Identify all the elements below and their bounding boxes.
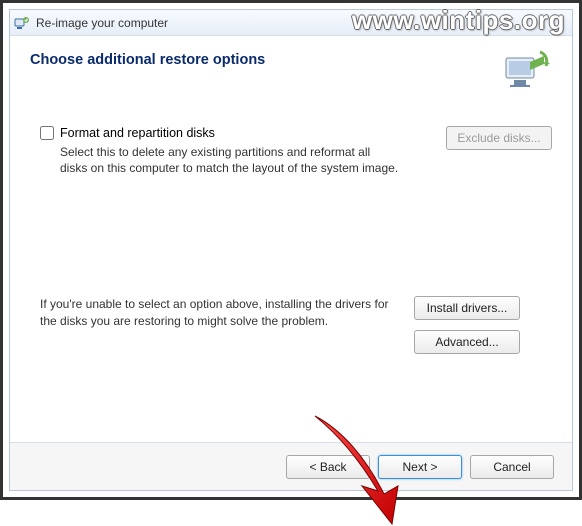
format-option-row: Format and repartition disks Select this… (40, 126, 552, 176)
install-drivers-button[interactable]: Install drivers... (414, 296, 520, 320)
back-button[interactable]: < Back (286, 455, 370, 479)
drivers-help-text: If you're unable to select an option abo… (40, 296, 400, 328)
format-checkbox-label: Format and repartition disks (60, 126, 215, 140)
screenshot-frame: Re-image your computer Choose additional… (0, 0, 582, 500)
cancel-button[interactable]: Cancel (470, 455, 554, 479)
wizard-body: Choose additional restore options (10, 36, 572, 490)
window-title: Re-image your computer (36, 16, 168, 30)
drivers-buttons: Install drivers... Advanced... (414, 296, 520, 354)
format-checkbox[interactable] (40, 126, 54, 140)
format-option-left: Format and repartition disks Select this… (40, 126, 432, 176)
title-bar: Re-image your computer (10, 10, 572, 36)
advanced-button[interactable]: Advanced... (414, 330, 520, 354)
wizard-window: Re-image your computer Choose additional… (9, 9, 573, 491)
exclude-disks-button: Exclude disks... (446, 126, 552, 150)
drivers-section: If you're unable to select an option abo… (40, 296, 552, 354)
next-button[interactable]: Next > (378, 455, 462, 479)
format-description: Select this to delete any existing parti… (40, 144, 400, 176)
page-title: Choose additional restore options (30, 52, 500, 68)
wizard-footer: < Back Next > Cancel (10, 442, 572, 490)
wizard-content: Format and repartition disks Select this… (10, 106, 572, 442)
restore-computer-icon (500, 46, 552, 98)
app-icon (14, 15, 30, 31)
wizard-header: Choose additional restore options (10, 36, 572, 106)
format-checkbox-row[interactable]: Format and repartition disks (40, 126, 432, 140)
